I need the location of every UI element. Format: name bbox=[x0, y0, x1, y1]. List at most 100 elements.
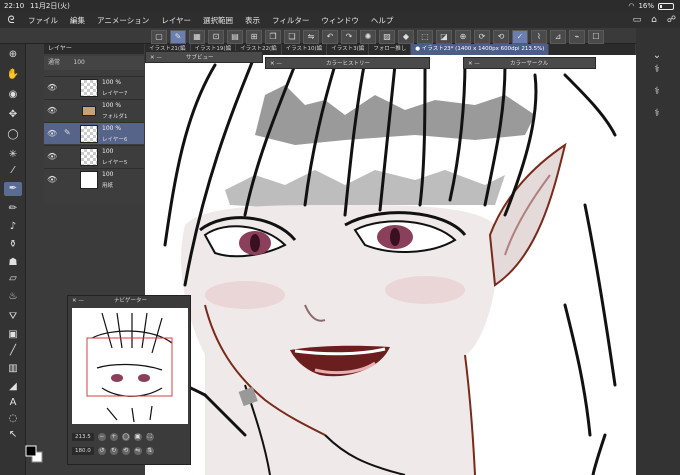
zoom-out-icon[interactable]: − bbox=[97, 433, 106, 441]
zoom-value[interactable]: 213.5 bbox=[72, 433, 94, 441]
deselect-icon[interactable]: ⬚ bbox=[417, 30, 433, 44]
opacity-value[interactable]: 100 bbox=[73, 59, 84, 66]
ruler-tool-icon[interactable]: ◢ bbox=[4, 380, 22, 394]
new-layer-icon[interactable]: ⊞ bbox=[246, 30, 262, 44]
close-icon[interactable]: ✕ — bbox=[150, 52, 162, 64]
flip-icon[interactable]: ⇋ bbox=[303, 30, 319, 44]
copy-icon[interactable]: ❐ bbox=[265, 30, 281, 44]
sub-tool-icon-2[interactable]: ⚕ bbox=[646, 86, 668, 100]
close-icon[interactable]: ✕ — bbox=[468, 58, 480, 70]
tab-illust23[interactable]: ● イラスト23* (1400 x 1400px 600dpi 213.5%) bbox=[411, 44, 550, 55]
close-icon[interactable]: ✕ — bbox=[270, 58, 282, 70]
graduation-cap-icon[interactable]: ⌂ bbox=[651, 15, 657, 25]
zoom-in-icon[interactable]: + bbox=[109, 433, 118, 441]
menu-edit[interactable]: 編集 bbox=[64, 15, 91, 26]
pencil-tool-icon[interactable]: ✏ bbox=[4, 202, 22, 216]
quick-access-icon[interactable]: ☐ bbox=[588, 30, 604, 44]
flip-horizontal-icon[interactable]: ⇋ bbox=[133, 447, 142, 455]
eye-icon[interactable]: 👁 bbox=[47, 152, 57, 161]
fill-tool-icon[interactable]: ⛛ bbox=[4, 310, 22, 324]
expand-icon[interactable]: ⌄ bbox=[646, 50, 668, 64]
paste-icon[interactable]: ❏ bbox=[284, 30, 300, 44]
color-history-panel[interactable]: ✕ — カラーヒストリー bbox=[265, 57, 430, 69]
sub-tool-icon-1[interactable]: ⚕ bbox=[646, 64, 668, 78]
close-icon[interactable]: ✕ — bbox=[72, 296, 84, 306]
book-icon[interactable]: ▭ bbox=[633, 15, 642, 25]
eyedropper-icon[interactable]: ⁄ bbox=[4, 164, 22, 178]
eye-icon[interactable]: 👁 bbox=[47, 129, 57, 138]
menu-file[interactable]: ファイル bbox=[22, 15, 64, 26]
transform-icon[interactable]: ⊡ bbox=[208, 30, 224, 44]
color-circle-panel[interactable]: ✕ — カラーサークル bbox=[463, 57, 596, 69]
brush-tool-icon[interactable]: ♪ bbox=[4, 220, 22, 234]
layer-row-paper[interactable]: 👁 100 用紙 bbox=[44, 168, 144, 190]
rotate-icon[interactable]: ⟳ bbox=[474, 30, 490, 44]
reset-rotation-icon[interactable]: ⟲ bbox=[121, 447, 130, 455]
correct-line-tool-icon[interactable]: ↖ bbox=[4, 428, 22, 442]
layer-row-folder1[interactable]: 👁 100 % フォルダ1 bbox=[44, 99, 144, 121]
eye-icon[interactable]: 👁 bbox=[47, 175, 57, 184]
invert-icon[interactable]: ◪ bbox=[436, 30, 452, 44]
app-logo-icon[interactable]: ᘓ bbox=[0, 15, 22, 26]
zoom-icon[interactable]: ⊕ bbox=[455, 30, 471, 44]
magic-wand-icon[interactable]: ✳ bbox=[4, 148, 22, 162]
snap-icon[interactable]: ⌁ bbox=[569, 30, 585, 44]
pen-tool-icon[interactable]: ✒ bbox=[4, 182, 22, 196]
tab-follow[interactable]: フォロー推し bbox=[369, 44, 412, 55]
settings-icon[interactable]: ✺ bbox=[360, 30, 376, 44]
fit-icon[interactable]: ◯ bbox=[121, 433, 130, 441]
rotate-right-icon[interactable]: ↻ bbox=[109, 447, 118, 455]
rotate-left-icon[interactable]: ↺ bbox=[97, 447, 106, 455]
eye-icon[interactable]: 👁 bbox=[47, 83, 57, 92]
reset-icon[interactable]: ⟲ bbox=[493, 30, 509, 44]
drawing-canvas[interactable] bbox=[145, 55, 636, 475]
menu-filter[interactable]: フィルター bbox=[266, 15, 315, 26]
lasso-tool-icon[interactable]: ◯ bbox=[4, 128, 22, 142]
rotation-value[interactable]: 180.0 bbox=[72, 447, 94, 455]
decoration-tool-icon[interactable]: ☗ bbox=[4, 256, 22, 270]
zoom-tool-icon[interactable]: ⊕ bbox=[4, 48, 22, 62]
layer-row-7[interactable]: 👁 100 % レイヤー7 bbox=[44, 76, 144, 98]
selection-tool-icon[interactable]: ▢ bbox=[151, 30, 167, 44]
blend-mode-select[interactable]: 通常 bbox=[48, 59, 60, 66]
text-tool-icon[interactable]: A bbox=[4, 396, 22, 410]
tab-illust3[interactable]: イラスト3(編 bbox=[327, 44, 370, 55]
stabilize-icon[interactable]: ✓ bbox=[512, 30, 528, 44]
pen-settings-icon[interactable]: ✎ bbox=[170, 30, 186, 44]
menu-help[interactable]: ヘルプ bbox=[365, 15, 400, 26]
clear-icon[interactable]: ▨ bbox=[379, 30, 395, 44]
menu-layer[interactable]: レイヤー bbox=[155, 15, 197, 26]
balloon-tool-icon[interactable]: ◌ bbox=[4, 412, 22, 426]
move-tool-icon[interactable]: ✥ bbox=[4, 108, 22, 122]
navigator-preview[interactable] bbox=[72, 308, 188, 424]
eraser-tool-icon[interactable]: ▱ bbox=[4, 272, 22, 286]
redo-icon[interactable]: ↷ bbox=[341, 30, 357, 44]
grid-icon[interactable]: ▦ bbox=[189, 30, 205, 44]
menu-window[interactable]: ウィンドウ bbox=[315, 15, 365, 26]
hand-tool-icon[interactable]: ✋ bbox=[4, 68, 22, 82]
actual-size-icon[interactable]: ▣ bbox=[133, 433, 142, 441]
menu-selection[interactable]: 選択範囲 bbox=[197, 15, 239, 26]
eye-tool-icon[interactable]: ◉ bbox=[4, 88, 22, 102]
menu-view[interactable]: 表示 bbox=[239, 15, 266, 26]
airbrush-tool-icon[interactable]: ⚱ bbox=[4, 238, 22, 252]
frame-tool-icon[interactable]: ▥ bbox=[4, 362, 22, 376]
blend-tool-icon[interactable]: ♨ bbox=[4, 290, 22, 304]
figure-tool-icon[interactable]: ╱ bbox=[4, 344, 22, 358]
gradient-tool-icon[interactable]: ▣ bbox=[4, 328, 22, 342]
subview-panel[interactable]: ✕ — サブビュー bbox=[145, 51, 263, 63]
fit-window-icon[interactable]: ⛶ bbox=[145, 433, 154, 441]
undo-icon[interactable]: ↶ bbox=[322, 30, 338, 44]
ruler-icon[interactable]: ⊿ bbox=[550, 30, 566, 44]
layer-row-6[interactable]: 👁 ✎ 100 % レイヤー6 bbox=[44, 122, 144, 144]
flip-vertical-icon[interactable]: ⇅ bbox=[145, 447, 154, 455]
layer-icon[interactable]: ▤ bbox=[227, 30, 243, 44]
tips-icon[interactable]: ☍ bbox=[667, 15, 676, 25]
sub-tool-icon-3[interactable]: ⚕ bbox=[646, 108, 668, 122]
color-swatch[interactable] bbox=[24, 444, 44, 468]
eye-icon[interactable]: 👁 bbox=[47, 106, 57, 115]
tab-illust10[interactable]: イラスト10(編 bbox=[282, 44, 328, 55]
layer-row-5[interactable]: 👁 100 レイヤー5 bbox=[44, 145, 144, 167]
vector-icon[interactable]: ⌇ bbox=[531, 30, 547, 44]
fill-icon[interactable]: ◆ bbox=[398, 30, 414, 44]
